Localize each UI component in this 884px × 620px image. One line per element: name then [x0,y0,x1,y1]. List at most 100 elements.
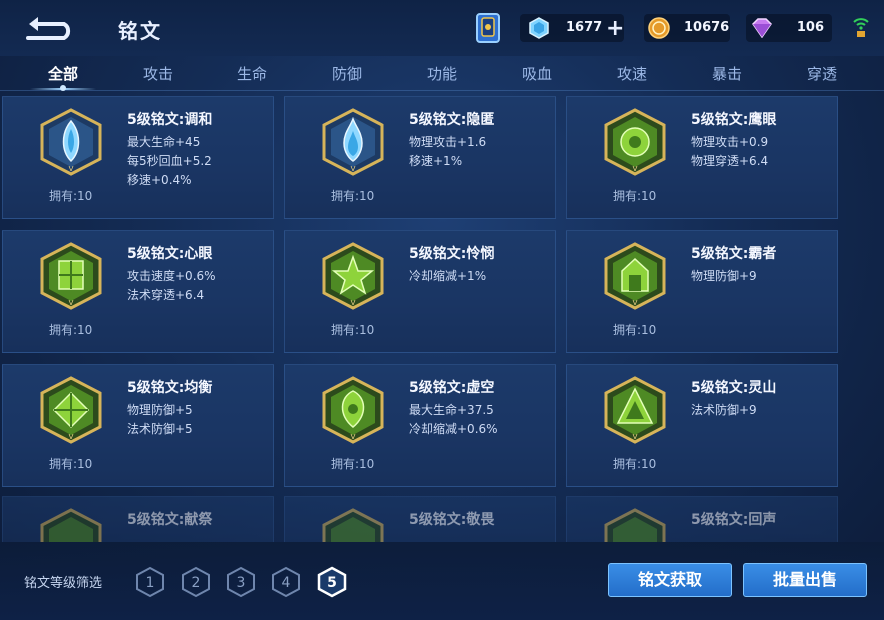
tab-attack-speed[interactable]: 攻速 [617,63,647,84]
rune-stat: 冷却缩减+1% [409,269,487,283]
rune-owned-count: 拥有:10 [613,323,657,337]
page-title: 铭文 [118,19,162,43]
rune-stat: 最大生命+45 [127,135,201,149]
rune-card[interactable]: V 5级铭文:心眼 攻击速度+0.6% 法术穿透+6.4 拥有:10 [2,230,274,353]
svg-text:V: V [633,433,638,441]
rune-card[interactable]: V 5级铭文:虚空 最大生命+37.5 冷却缩减+0.6% 拥有:10 [284,364,556,487]
rune-stat: 法术防御+5 [127,422,193,436]
rune-card[interactable]: V 5级铭文:灵山 法术防御+9 拥有:10 [566,364,838,487]
svg-text:V: V [69,165,74,173]
category-tabs: 全部 攻击 生命 防御 功能 吸血 攻速 暴击 穿透 [0,56,884,92]
rune-stat: 最大生命+37.5 [409,403,494,417]
rune-name: 5级铭文:霸者 [691,246,777,262]
rune-stat: 物理攻击+0.9 [691,135,769,149]
svg-text:3: 3 [237,575,246,591]
svg-text:V: V [633,299,638,307]
rune-card[interactable]: V 5级铭文:调和 最大生命+45 每5秒回血+5.2 移速+0.4% 拥有:1… [2,96,274,219]
rune-stat: 法术穿透+6.4 [127,288,205,302]
rune-owned-count: 拥有:10 [331,189,375,203]
rune-stat: 冷却缩减+0.6% [409,422,498,436]
rune-stat: 移速+1% [409,154,463,168]
rune-stat: 物理穿透+6.4 [691,154,769,168]
svg-text:V: V [351,165,356,173]
rune-card[interactable]: V 5级铭文:鹰眼 物理攻击+0.9 物理穿透+6.4 拥有:10 [566,96,838,219]
get-runes-button[interactable]: 铭文获取 [608,563,732,597]
bulk-sell-button[interactable]: 批量出售 [743,563,867,597]
crystal-count: 106 [796,20,824,35]
rune-card[interactable]: 5级铭文:敬畏 [284,496,556,542]
rune-stat: 物理攻击+1.6 [409,135,487,149]
gem-icon [529,17,549,39]
tab-crit[interactable]: 暴击 [712,63,742,84]
rune-name: 5级铭文:均衡 [127,380,213,396]
rune-stat: 物理防御+9 [691,269,757,283]
crystal-currency: 106 [746,14,832,42]
rune-name: 5级铭文:鹰眼 [691,112,777,128]
rune-stat: 移速+0.4% [127,173,192,187]
rune-name: 5级铭文:回声 [691,512,777,528]
rune-owned-count: 拥有:10 [613,189,657,203]
tab-lifesteal[interactable]: 吸血 [522,63,552,84]
level-filter-3[interactable]: 3 [226,566,256,598]
rune-emblem-green-icon: V [604,376,666,444]
active-tab-dot [60,85,66,91]
tab-attack[interactable]: 攻击 [143,63,173,84]
level-filter-1[interactable]: 1 [135,566,165,598]
rune-stat: 攻击速度+0.6% [127,269,216,283]
tab-divider [0,90,884,91]
svg-text:V: V [69,299,74,307]
tab-penetration[interactable]: 穿透 [807,63,837,84]
rune-emblem-green-icon [604,508,666,542]
rune-owned-count: 拥有:10 [49,189,93,203]
svg-text:1: 1 [146,575,155,591]
back-arrow-icon[interactable] [26,14,76,40]
svg-text:4: 4 [282,575,291,591]
rune-card[interactable]: 5级铭文:献祭 [2,496,274,542]
rune-card-icon[interactable] [474,12,504,44]
svg-text:5: 5 [327,575,337,591]
rune-owned-count: 拥有:10 [613,457,657,471]
gem-count: 1677 [566,20,603,35]
rune-emblem-green-icon [322,508,384,542]
rune-card[interactable]: V 5级铭文:均衡 物理防御+5 法术防御+5 拥有:10 [2,364,274,487]
rune-card[interactable]: V 5级铭文:怜悯 冷却缩减+1% 拥有:10 [284,230,556,353]
rune-card[interactable]: V 5级铭文:霸者 物理防御+9 拥有:10 [566,230,838,353]
add-gem-button[interactable]: + [606,16,624,41]
gem-currency: 1677 + [520,14,624,42]
rune-stat: 物理防御+5 [127,403,193,417]
rune-name: 5级铭文:灵山 [691,380,777,396]
rune-stat: 每5秒回血+5.2 [127,154,212,168]
rune-name: 5级铭文:隐匿 [409,112,495,128]
crystal-icon [752,18,772,38]
svg-text:V: V [69,433,74,441]
rune-emblem-green-icon: V [604,242,666,310]
svg-text:V: V [351,299,356,307]
rune-emblem-green-icon: V [604,108,666,176]
level-filter-4[interactable]: 4 [271,566,301,598]
rune-owned-count: 拥有:10 [331,457,375,471]
network-signal-icon [853,18,869,37]
tab-defense[interactable]: 防御 [332,63,362,84]
rune-emblem-blue-icon: V [40,108,102,176]
coin-icon [648,17,670,39]
coin-count: 10676 [684,20,730,35]
tab-health[interactable]: 生命 [237,63,267,84]
rune-owned-count: 拥有:10 [49,457,93,471]
level-filter-2[interactable]: 2 [181,566,211,598]
rune-name: 5级铭文:怜悯 [409,246,495,262]
tab-all[interactable]: 全部 [48,63,78,84]
rune-stat: 法术防御+9 [691,403,757,417]
rune-name: 5级铭文:虚空 [409,380,495,396]
tab-utility[interactable]: 功能 [427,63,457,84]
rune-emblem-green-icon: V [322,242,384,310]
svg-text:V: V [633,165,638,173]
svg-text:V: V [351,433,356,441]
rune-name: 5级铭文:敬畏 [409,512,495,528]
rune-card[interactable]: V 5级铭文:隐匿 物理攻击+1.6 移速+1% 拥有:10 [284,96,556,219]
rune-emblem-green-icon: V [40,376,102,444]
rune-card[interactable]: 5级铭文:回声 [566,496,838,542]
rune-owned-count: 拥有:10 [49,323,93,337]
rune-name: 5级铭文:献祭 [127,512,213,528]
rune-name: 5级铭文:心眼 [127,246,213,262]
level-filter-5[interactable]: 5 [317,566,347,598]
